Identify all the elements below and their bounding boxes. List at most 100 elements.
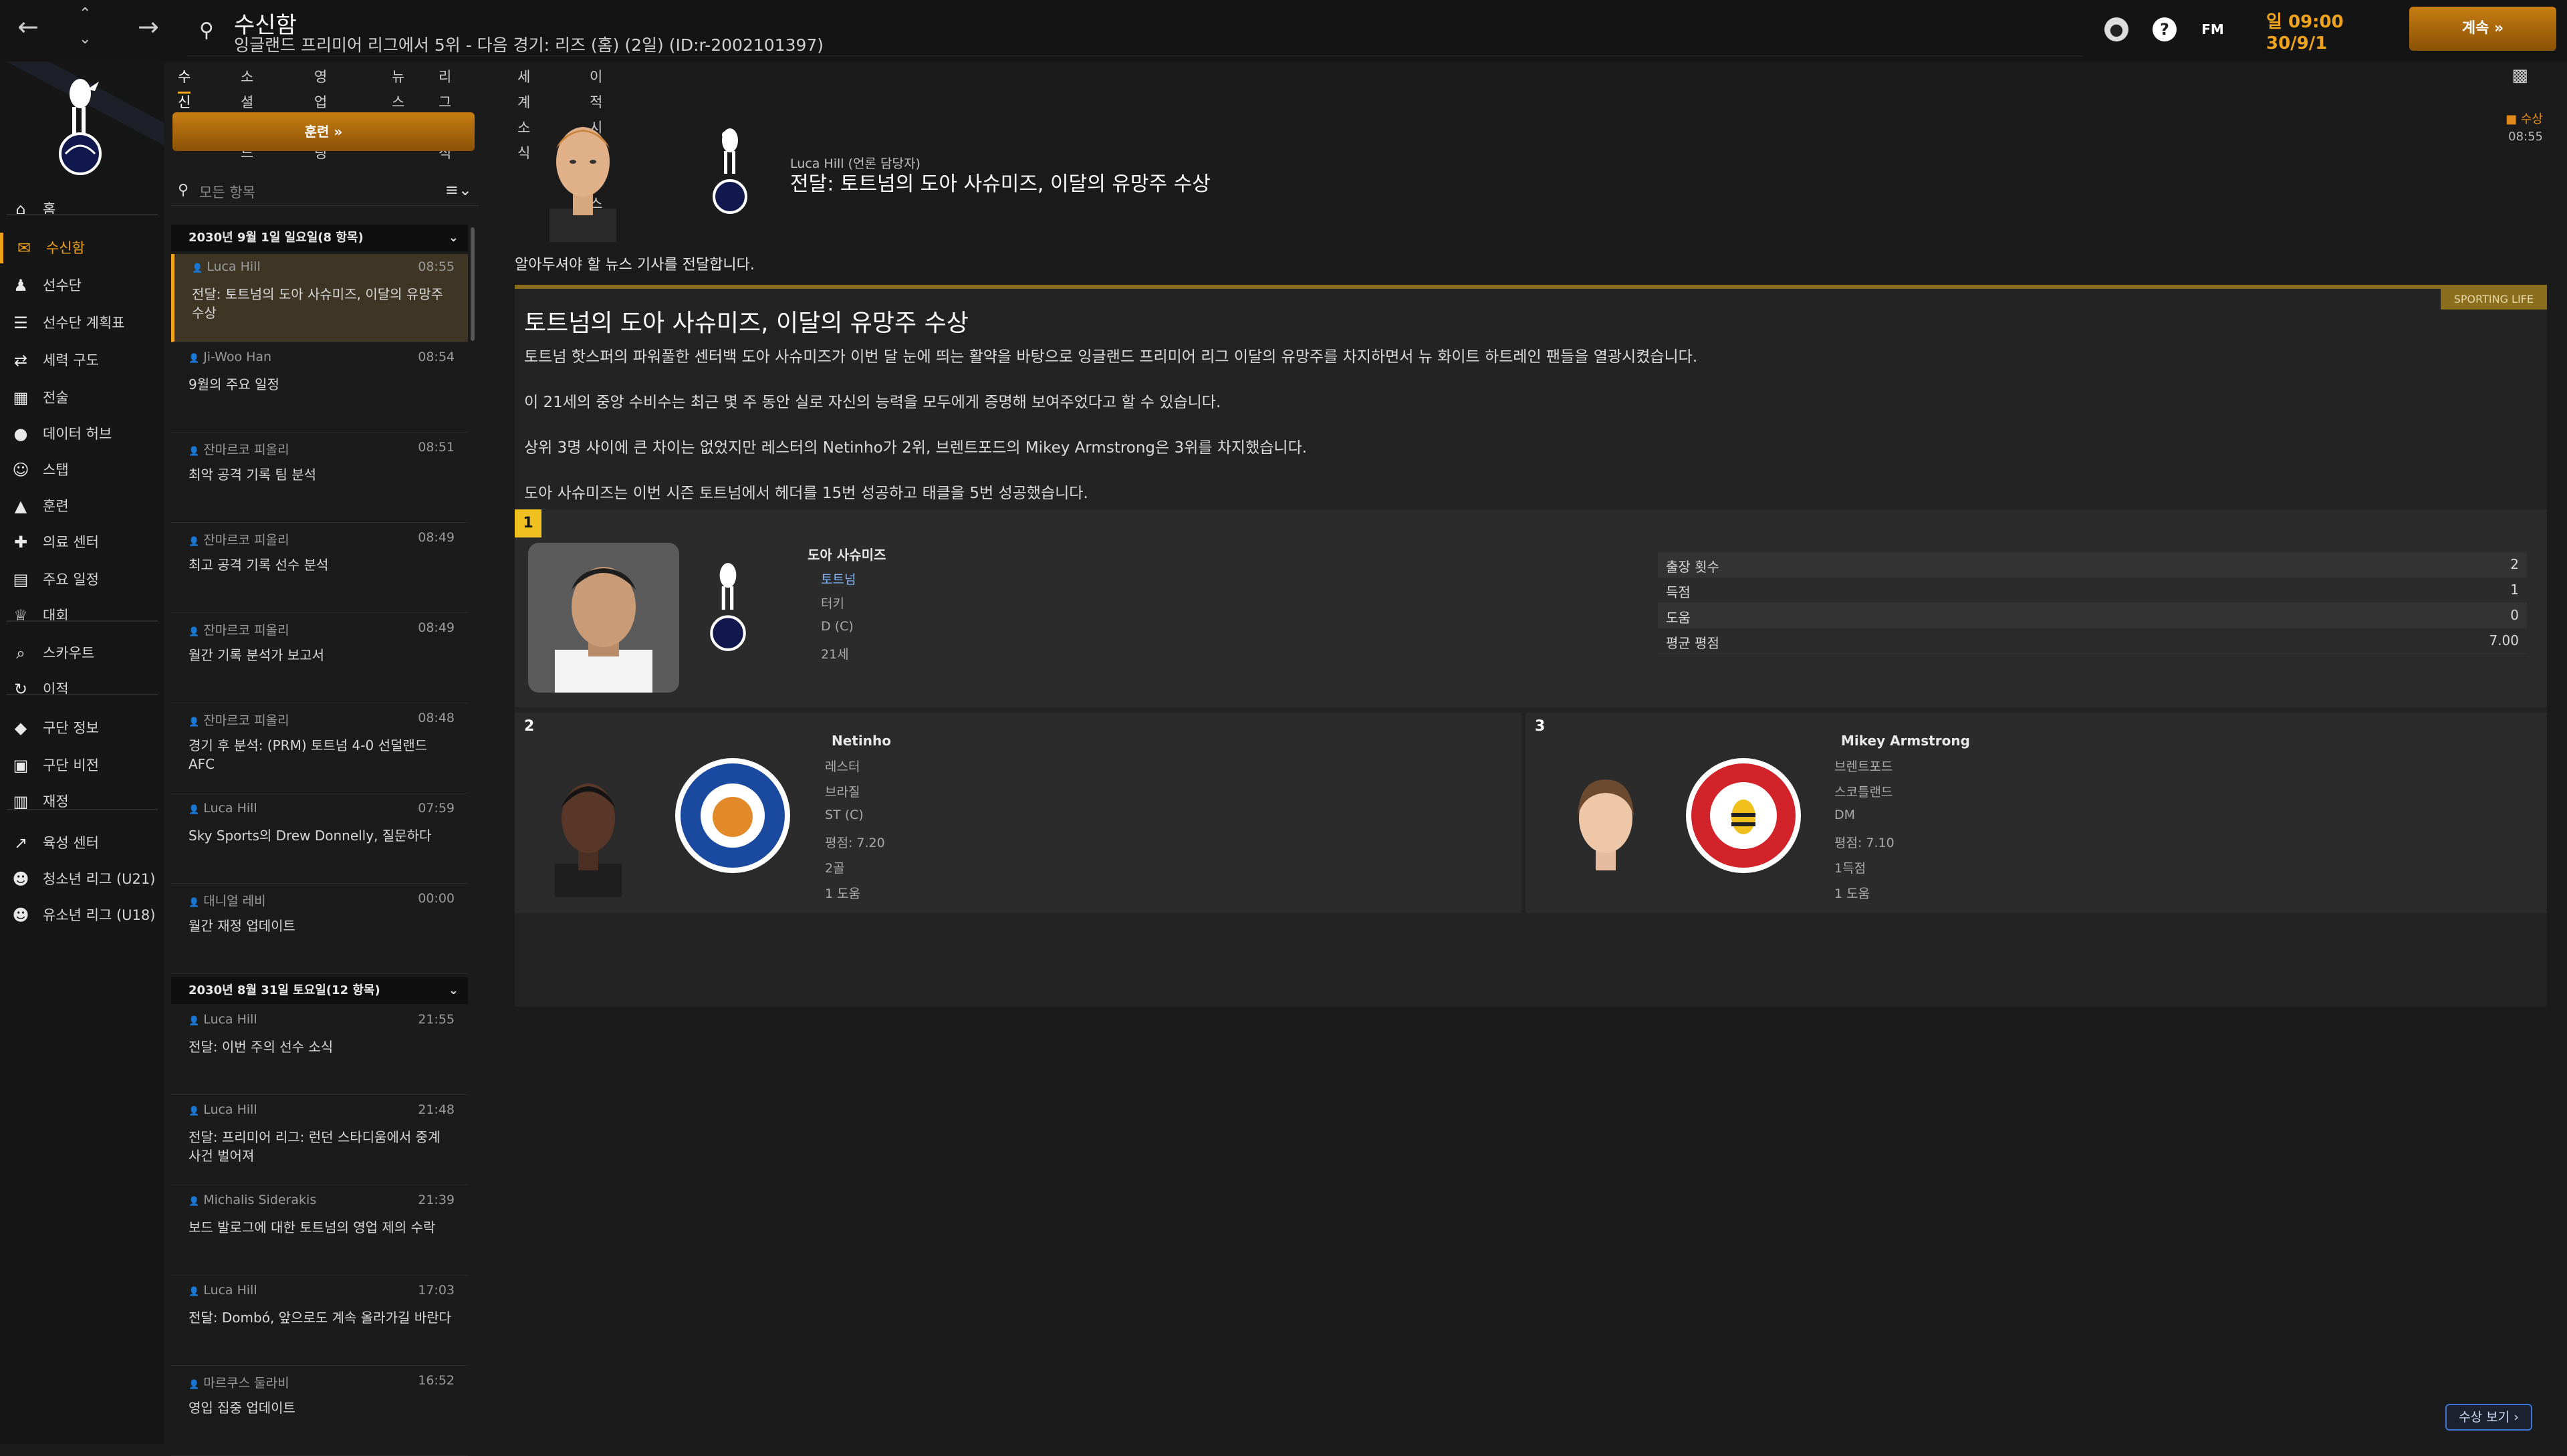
winner-club[interactable]: 토트넘 xyxy=(821,570,856,588)
sidebar-item-transfer[interactable]: ↻ 이적 xyxy=(0,674,164,705)
inbox-message[interactable]: Luca Hill 21:48 전달: 프리미어 리그: 런던 스타디움에서 중계 … xyxy=(171,1097,468,1185)
sidebar-item-label: 구단 비전 xyxy=(43,757,99,773)
date-display[interactable]: 일 09:00 30/9/1 xyxy=(2253,5,2393,53)
chevron-down-icon[interactable]: ⌄ xyxy=(449,977,459,1004)
search-input[interactable]: 모든 항목 xyxy=(199,182,255,202)
chevron-up-icon[interactable]: ⌃ xyxy=(79,5,91,22)
leicester-crest-icon xyxy=(675,758,790,873)
forward-arrow-icon[interactable]: → xyxy=(138,12,159,41)
message-subject: 최고 공격 기록 선수 분석 xyxy=(189,557,329,573)
tab-3[interactable]: 뉴스 xyxy=(392,64,404,110)
tab-5[interactable]: 세계 소식 xyxy=(517,64,530,161)
search-icon[interactable]: ⚲ xyxy=(199,19,214,42)
fm-logo[interactable]: FM xyxy=(2201,17,2225,41)
sidebar-item-trophy[interactable]: ♕ 대회 xyxy=(0,600,164,631)
training-icon: ▲ xyxy=(14,497,27,515)
sidebar-item-tactics[interactable]: ▦ 전술 xyxy=(0,382,164,413)
sender-photo xyxy=(549,127,616,242)
brentford-crest-icon xyxy=(1686,758,1801,873)
inbox-message[interactable]: 잔마르코 피올리 08:49 최고 공격 기록 선수 분석 xyxy=(171,525,468,613)
stat-value: 0 xyxy=(2510,607,2519,623)
sidebar-item-development[interactable]: ↗ 육성 센터 xyxy=(0,828,164,858)
chevron-down-icon[interactable]: ⌄ xyxy=(79,31,91,47)
continue-button[interactable]: 계속 » xyxy=(2409,7,2556,51)
tab-2[interactable]: 영업 미팅 xyxy=(314,64,327,161)
inbox-message[interactable]: 잔마르코 피올리 08:49 월간 기록 분석가 보고서 xyxy=(171,615,468,703)
tab-6[interactable]: 이적 시장 뉴스 xyxy=(590,64,602,212)
sidebar-item-data[interactable]: ● 데이터 허브 xyxy=(0,418,164,449)
inbox-message[interactable]: Luca Hill 21:55 전달: 이번 주의 선수 소식 xyxy=(171,1007,468,1095)
netinho-rating: 평점: 7.20 xyxy=(825,836,885,850)
club-crest-icon xyxy=(59,79,102,175)
sidebar-item-label: 세력 구도 xyxy=(43,352,99,368)
sidebar-item-medical[interactable]: ✚ 의료 센터 xyxy=(0,527,164,558)
chevron-down-icon[interactable]: ⌄ xyxy=(449,225,459,251)
sidebar-item-dynamics[interactable]: ⇄ 세력 구도 xyxy=(0,345,164,376)
sidebar-item-staff[interactable]: ☺ 스탭 xyxy=(0,455,164,485)
inbox-message[interactable]: Luca Hill 08:55 전달: 토트넘의 도아 사슈미즈, 이달의 유망주 … xyxy=(171,254,468,342)
tab-0[interactable]: 수신함 xyxy=(178,64,191,136)
message-subject: 영입 집중 업데이트 xyxy=(189,1400,295,1416)
view-awards-button[interactable]: 수상 보기 › xyxy=(2445,1404,2532,1431)
tab-1[interactable]: 소셜 피드 xyxy=(241,64,253,161)
sidebar-item-scout[interactable]: ⌕ 스카우트 xyxy=(0,638,164,669)
netinho-name[interactable]: Netinho xyxy=(832,733,891,749)
inbox-message[interactable]: 대니얼 레비 00:00 월간 재정 업데이트 xyxy=(171,886,468,974)
training-button[interactable]: 훈련 » xyxy=(172,112,475,151)
squad-icon: ♟ xyxy=(13,276,28,295)
stat-label: 득점 xyxy=(1666,584,1691,600)
inbox-message[interactable]: 잔마르코 피올리 08:48 경기 후 분석: (PRM) 토트넘 4-0 선덜랜드… xyxy=(171,705,468,794)
winner-nation: 터키 xyxy=(821,596,844,611)
scrollbar[interactable] xyxy=(471,227,475,341)
inbox-message[interactable]: Luca Hill 07:59 Sky Sports의 Drew Donnelly,… xyxy=(171,796,468,884)
search-row[interactable]: ⚲ 모든 항목 ≡⌄ xyxy=(171,175,479,206)
back-arrow-icon[interactable]: ← xyxy=(17,12,39,41)
display-toggle-icon[interactable]: ▩ xyxy=(2512,66,2528,86)
message-sender: Michalis Siderakis xyxy=(189,1193,316,1207)
inbox-message[interactable]: 잔마르코 피올리 08:51 최악 공격 기록 팀 분석 xyxy=(171,435,468,523)
runner-up-card[interactable]: 2 Netinho 레스터 브라질 ST (C) 평점: 7.20 2골 1 도… xyxy=(515,713,1521,913)
third-place-card[interactable]: 3 Mikey Armstrong 브렌트포드 스코틀랜드 DM 평점: 7.1… xyxy=(1525,713,2547,913)
winner-name[interactable]: 도아 사슈미즈 xyxy=(808,544,886,564)
sidebar-item-home[interactable]: ⌂ 홈 xyxy=(0,194,164,225)
inbox-message[interactable]: Ji-Woo Han 08:54 9월의 주요 일정 xyxy=(171,344,468,433)
sidebar-item-club-info[interactable]: ◆ 구단 정보 xyxy=(0,713,164,743)
armstrong-name[interactable]: Mikey Armstrong xyxy=(1841,733,1970,749)
inbox-message[interactable]: Michalis Siderakis 21:39 보드 발로그에 대한 토트넘의 영… xyxy=(171,1187,468,1276)
filter-menu-icon[interactable]: ≡⌄ xyxy=(445,180,472,199)
sidebar-item-squad[interactable]: ♟ 선수단 xyxy=(0,270,164,301)
inbox-message[interactable]: 마르쿠스 둘라비 16:52 영입 집중 업데이트 xyxy=(171,1368,468,1456)
help-icon[interactable]: ? xyxy=(2153,17,2177,41)
club-info-icon: ◆ xyxy=(14,719,27,737)
sidebar-item-finance[interactable]: ▥ 재정 xyxy=(0,786,164,817)
armstrong-club[interactable]: 브렌트포드 xyxy=(1834,757,1892,775)
page-subtitle: 잉글랜드 프리미어 리그에서 5위 - 다음 경기: 리즈 (홈) (2일) (… xyxy=(234,35,824,55)
home-icon: ⌂ xyxy=(15,200,26,219)
sidebar-item-u21[interactable]: ☻ 청소년 리그 (U21) xyxy=(0,864,164,894)
group-header-label: 2030년 9월 1일 일요일(8 항목) xyxy=(189,231,364,245)
message-sender: Luca Hill xyxy=(189,1283,257,1298)
inbox-message[interactable]: Luca Hill 17:03 전달: Dombó, 앞으로도 계속 올라가길 바란… xyxy=(171,1278,468,1366)
message-time: 08:55 xyxy=(418,259,455,274)
sidebar-item-label: 육성 센터 xyxy=(43,835,99,851)
sidebar-item-u18[interactable]: ☻ 유소년 리그 (U18) xyxy=(0,900,164,931)
group-header-sep1[interactable]: 2030년 9월 1일 일요일(8 항목) ⌄ xyxy=(171,225,468,251)
sidebar-item-vision[interactable]: ▣ 구단 비전 xyxy=(0,750,164,781)
message-title: 전달: 토트넘의 도아 사슈미즈, 이달의 유망주 수상 xyxy=(790,172,1211,196)
netinho-club[interactable]: 레스터 xyxy=(825,757,860,775)
staff-icon: ☺ xyxy=(12,461,29,479)
title-bar[interactable]: ⚲ 수신함 잉글랜드 프리미어 리그에서 5위 - 다음 경기: 리즈 (홈) … xyxy=(187,5,2083,56)
sidebar-item-inbox[interactable]: ✉ 수신함 xyxy=(0,233,164,263)
message-subject: 보드 발로그에 대한 토트넘의 영업 제의 수락 xyxy=(189,1219,436,1235)
message-sender: 대니얼 레비 xyxy=(189,891,265,909)
group-header-aug31[interactable]: 2030년 8월 31일 토요일(12 항목) ⌄ xyxy=(171,977,468,1004)
award-tag: ■ 수상 08:55 xyxy=(2505,110,2543,144)
sidebar-divider xyxy=(7,809,158,810)
tab-4[interactable]: 리그 소식 xyxy=(439,64,451,161)
sidebar-item-calendar[interactable]: ▤ 주요 일정 xyxy=(0,564,164,595)
skull-icon[interactable]: ● xyxy=(2104,17,2128,41)
u21-icon: ☻ xyxy=(12,870,29,888)
sidebar-item-training[interactable]: ▲ 훈련 xyxy=(0,491,164,521)
sidebar-item-plan[interactable]: ☰ 선수단 계획표 xyxy=(0,308,164,338)
winner-card[interactable]: 1 도아 사슈미즈 토트넘 터키 D (C) 21세 출장 횟수 2 득점 1 xyxy=(515,509,2547,707)
